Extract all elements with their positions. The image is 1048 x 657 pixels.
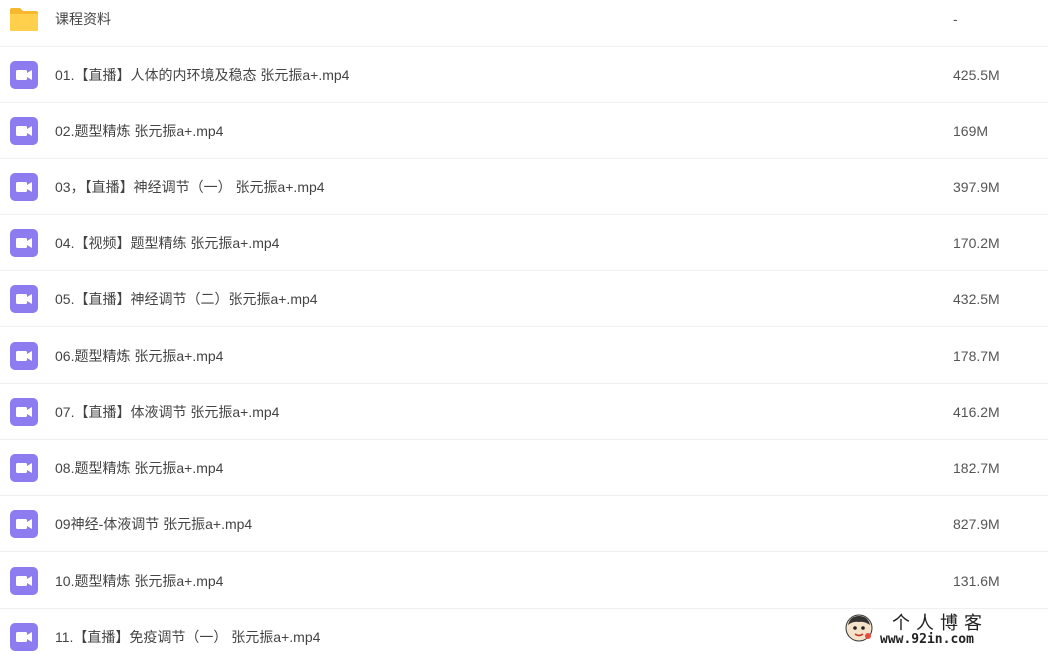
list-item[interactable]: 02.题型精炼 张元振a+.mp4 169M xyxy=(0,103,1048,159)
video-file-icon xyxy=(10,623,38,651)
file-name[interactable]: 03，【直播】神经调节（一） 张元振a+.mp4 xyxy=(55,177,325,197)
video-file-icon xyxy=(10,116,38,145)
file-size: 131.6M xyxy=(953,572,1000,589)
list-item[interactable]: 05.【直播】神经调节（二）张元振a+.mp4 432.5M xyxy=(0,271,1048,327)
file-name[interactable]: 10.题型精炼 张元振a+.mp4 xyxy=(55,571,223,591)
watermark-url: www.92in.com xyxy=(880,632,974,647)
file-size: 416.2M xyxy=(953,403,1000,420)
file-name[interactable]: 01.【直播】人体的内环境及稳态 张元振a+.mp4 xyxy=(55,65,349,85)
file-name[interactable]: 课程资料 xyxy=(55,9,111,29)
file-name[interactable]: 11.【直播】免疫调节（一） 张元振a+.mp4 xyxy=(55,627,320,647)
list-item[interactable]: 10.题型精炼 张元振a+.mp4 131.6M xyxy=(0,553,1048,609)
list-item[interactable]: 课程资料 - xyxy=(0,0,1048,47)
file-size: 178.7M xyxy=(953,347,1000,364)
file-name[interactable]: 04.【视频】题型精练 张元振a+.mp4 xyxy=(55,233,279,253)
file-size: 425.5M xyxy=(953,66,1000,83)
video-file-icon xyxy=(10,60,38,89)
list-item[interactable]: 03，【直播】神经调节（一） 张元振a+.mp4 397.9M xyxy=(0,159,1048,215)
mascot-logo-icon xyxy=(845,614,873,642)
file-size: 169M xyxy=(953,122,989,139)
video-file-icon xyxy=(10,284,38,313)
list-item[interactable]: 09神经-体液调节 张元振a+.mp4 827.9M xyxy=(0,496,1048,552)
file-name[interactable]: 09神经-体液调节 张元振a+.mp4 xyxy=(55,514,252,534)
file-name[interactable]: 02.题型精炼 张元振a+.mp4 xyxy=(55,121,223,141)
file-list: 课程资料 - 01.【直播】人体的内环境及稳态 张元振a+.mp4 425.5M… xyxy=(0,0,1048,657)
list-item[interactable]: 04.【视频】题型精练 张元振a+.mp4 170.2M xyxy=(0,215,1048,271)
file-size: 827.9M xyxy=(953,515,1000,532)
file-size: 432.5M xyxy=(953,290,1000,307)
video-file-icon xyxy=(10,509,38,538)
list-item[interactable]: 06.题型精炼 张元振a+.mp4 178.7M xyxy=(0,328,1048,384)
file-size: - xyxy=(953,10,958,27)
file-size: 182.7M xyxy=(953,459,1000,476)
file-name[interactable]: 06.题型精炼 张元振a+.mp4 xyxy=(55,346,223,366)
file-name[interactable]: 07.【直播】体液调节 张元振a+.mp4 xyxy=(55,402,279,422)
video-file-icon xyxy=(10,341,38,370)
list-item[interactable]: 08.题型精炼 张元振a+.mp4 182.7M xyxy=(0,440,1048,496)
list-item[interactable]: 01.【直播】人体的内环境及稳态 张元振a+.mp4 425.5M xyxy=(0,47,1048,103)
video-file-icon xyxy=(10,228,38,257)
watermark: 个人博客 www.92in.com xyxy=(834,609,1034,651)
file-size: 397.9M xyxy=(953,178,1000,195)
video-file-icon xyxy=(10,453,38,482)
video-file-icon xyxy=(10,566,38,595)
file-size: 170.2M xyxy=(953,234,1000,251)
file-name[interactable]: 05.【直播】神经调节（二）张元振a+.mp4 xyxy=(55,289,318,309)
video-file-icon xyxy=(10,397,38,426)
list-item[interactable]: 07.【直播】体液调节 张元振a+.mp4 416.2M xyxy=(0,384,1048,440)
video-file-icon xyxy=(10,172,38,201)
file-name[interactable]: 08.题型精炼 张元振a+.mp4 xyxy=(55,458,223,478)
folder-icon xyxy=(10,7,38,31)
